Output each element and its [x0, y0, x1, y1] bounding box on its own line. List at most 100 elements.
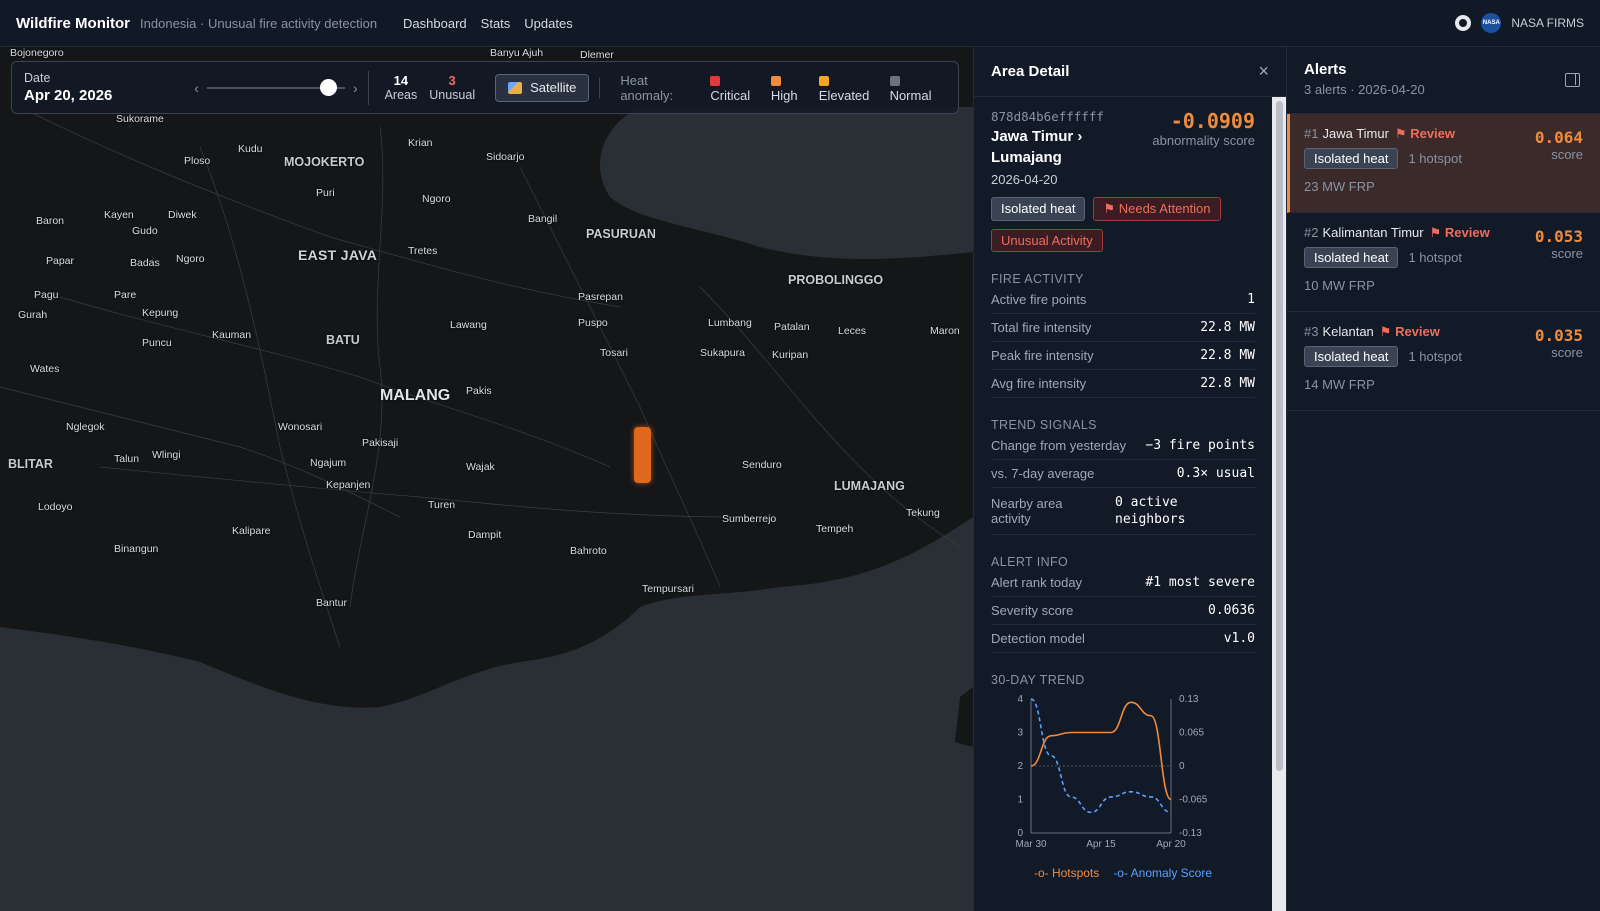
- y-right-tick: -0.065: [1179, 795, 1208, 806]
- slider-track[interactable]: [206, 78, 345, 96]
- alert-section-title: ALERT INFO: [991, 555, 1069, 569]
- map-label: Kuripan: [772, 349, 809, 361]
- map-label: Pagu: [34, 289, 59, 301]
- nav-updates[interactable]: Updates: [524, 16, 572, 31]
- date-slider[interactable]: ‹ ›: [194, 78, 358, 98]
- alerts-subtitle: 3 alerts · 2026-04-20: [1304, 82, 1425, 97]
- alert-pill: Isolated heat: [1304, 148, 1399, 169]
- map-label: Lawang: [450, 319, 487, 331]
- map-label: LUMAJANG: [834, 479, 905, 493]
- chevron-right-icon[interactable]: ›: [353, 80, 358, 96]
- chart-legend: -o- Hotspots -o- Anomaly Score: [991, 866, 1255, 880]
- map-label: Kepung: [142, 307, 179, 319]
- detail-scrollbar[interactable]: [1272, 97, 1287, 911]
- map-label: Ploso: [184, 155, 211, 167]
- chevron-left-icon[interactable]: ‹: [194, 80, 199, 96]
- satellite-icon: [508, 81, 523, 94]
- map-label: Lumbang: [708, 317, 752, 329]
- stat-row: Total fire intensity 22.8 MW: [991, 314, 1255, 342]
- map-label: Tempeh: [816, 523, 854, 535]
- stat-row: Change from yesterday −3 fire points: [991, 432, 1255, 460]
- map-label: Leces: [838, 325, 867, 337]
- map-label: Pakisaji: [362, 437, 399, 449]
- map-label: Pasrepan: [578, 291, 623, 303]
- map-label: Talun: [114, 453, 140, 465]
- y-left-tick: 2: [1017, 761, 1023, 772]
- stat-row: vs. 7-day average 0.3× usual: [991, 460, 1255, 488]
- review-badge[interactable]: ⚑ Review: [1395, 126, 1455, 141]
- stat-row: Avg fire intensity 22.8 MW: [991, 370, 1255, 398]
- source-label[interactable]: NASA FIRMS: [1511, 16, 1584, 30]
- map-label: Tosari: [600, 347, 629, 359]
- map-label: Ngoro: [422, 193, 451, 205]
- legend-swatch: [818, 75, 829, 86]
- divider: [367, 70, 369, 105]
- app-subtitle: Indonesia · Unusual fire activity detect…: [140, 15, 378, 31]
- map-label: Dampit: [468, 529, 502, 541]
- app-brand[interactable]: Wildfire Monitor: [16, 15, 130, 32]
- map-label: Wlingi: [152, 449, 181, 461]
- map-label: Turen: [428, 499, 456, 511]
- stat-row: Peak fire intensity 22.8 MW: [991, 342, 1255, 370]
- map-label: EAST JAVA: [298, 247, 378, 263]
- alert-region: Kalimantan Timur: [1322, 225, 1424, 240]
- close-icon[interactable]: ×: [1258, 61, 1269, 82]
- area-tags: Isolated heat ⚑ Needs Attention Unusual …: [991, 197, 1255, 252]
- y-left-tick: 1: [1017, 795, 1023, 806]
- alert-item[interactable]: #2 Kalimantan Timur ⚑ Review Isolated heat…: [1287, 213, 1600, 312]
- legend-normal: Normal: [889, 73, 942, 103]
- scrollbar-thumb[interactable]: [1276, 101, 1283, 771]
- map-view[interactable]: Bojonegoro Banyu Ajuh Dlemer Sukorame Ku…: [0, 47, 973, 911]
- satellite-label: Satellite: [530, 80, 577, 95]
- review-badge[interactable]: ⚑ Review: [1430, 225, 1490, 240]
- map-label: Puri: [316, 187, 335, 199]
- alert-item[interactable]: #1 Jawa Timur ⚑ Review Isolated heat 1 hots…: [1287, 114, 1600, 213]
- stat-row: Active fire points 1: [991, 286, 1255, 314]
- unusual-stat: 3 Unusual: [429, 73, 475, 102]
- alert-pill: Isolated heat: [1304, 247, 1399, 268]
- alert-hotspots: 1 hotspot: [1408, 250, 1462, 265]
- y-left-tick: 0: [1017, 828, 1023, 839]
- map-label: Nglegok: [66, 421, 105, 433]
- alert-frp: 10 MW FRP: [1304, 278, 1375, 293]
- slider-handle[interactable]: [319, 78, 337, 96]
- areas-label: Areas: [384, 88, 418, 102]
- x-tick: Mar 30: [1015, 839, 1047, 850]
- hotspot-marker[interactable]: [634, 427, 651, 483]
- top-bar: Wildfire Monitor Indonesia · Unusual fir…: [0, 0, 1600, 47]
- area-date: 2026-04-20: [991, 172, 1058, 187]
- alerts-panel: Alerts 3 alerts · 2026-04-20 #1 Jawa Timu…: [1286, 47, 1600, 911]
- legend-elevated: Elevated: [818, 73, 880, 103]
- map-label: Kauman: [212, 329, 252, 341]
- map-label: Puncu: [142, 337, 172, 349]
- map-land: [0, 47, 973, 747]
- map-label: Bahroto: [570, 545, 607, 557]
- map-label: Banyu Ajuh: [490, 47, 544, 59]
- alert-item[interactable]: #3 Kelantan ⚑ Review Isolated heat 1 hotspo…: [1287, 312, 1600, 411]
- map-label: Ngajum: [310, 457, 347, 469]
- stat-row: Detection model v1.0: [991, 625, 1255, 653]
- review-badge[interactable]: ⚑ Review: [1380, 324, 1440, 339]
- map-label: Tekung: [906, 507, 940, 519]
- map-label: Kudu: [238, 143, 263, 155]
- nav-dashboard[interactable]: Dashboard: [403, 16, 467, 31]
- github-icon[interactable]: [1455, 15, 1472, 31]
- chart-title: 30-DAY TREND: [991, 673, 1085, 687]
- areas-stat: 14 Areas: [385, 73, 418, 102]
- alerts-title: Alerts: [1304, 61, 1347, 78]
- map-label: BATU: [326, 333, 360, 347]
- map-label: Gurah: [18, 309, 48, 321]
- alert-score: 0.064: [1534, 128, 1583, 147]
- satellite-button[interactable]: Satellite: [495, 73, 590, 102]
- map-label: PASURUAN: [586, 227, 656, 241]
- nav-stats[interactable]: Stats: [481, 16, 511, 31]
- alerts-header: Alerts 3 alerts · 2026-04-20: [1287, 47, 1600, 114]
- map-label: Tempursari: [642, 583, 694, 595]
- stat-row: Severity score 0.0636: [991, 597, 1255, 625]
- x-tick: Apr 15: [1086, 839, 1116, 850]
- sidebar-toggle-icon[interactable]: [1565, 73, 1580, 87]
- map-label: Ngoro: [176, 253, 205, 265]
- area-place: Jawa Timur › Lumajang: [991, 128, 1083, 166]
- map-controls: Date Apr 20, 2026 ‹ › 14 Areas 3 Unusual…: [11, 61, 959, 114]
- alert-frp: 23 MW FRP: [1304, 179, 1375, 194]
